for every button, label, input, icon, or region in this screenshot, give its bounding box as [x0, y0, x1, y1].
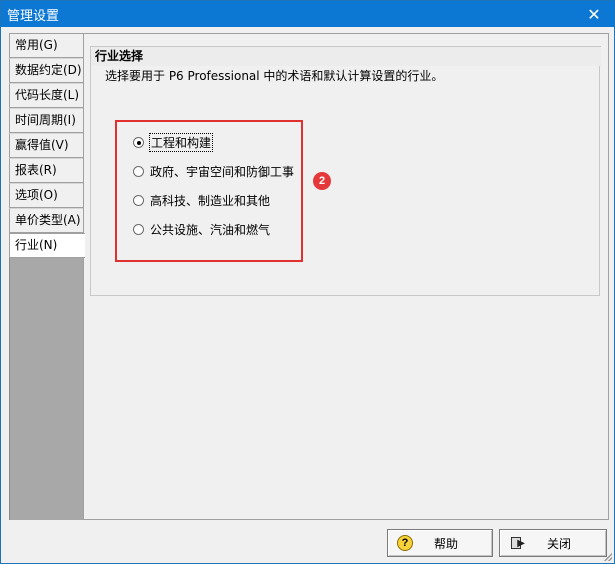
manage-settings-window: 管理设置 ✕ 常用(G) 数据约定(D) 代码长度(L) 时间周期(I) 赢得值…	[0, 0, 615, 564]
radio-button-checked[interactable]	[133, 137, 144, 148]
radio-button[interactable]	[133, 195, 144, 206]
resize-grip[interactable]	[602, 551, 612, 561]
help-button-label: 帮助	[433, 536, 458, 551]
radio-high-tech-manufacturing[interactable]: 高科技、制造业和其他	[133, 192, 270, 209]
tab-industry[interactable]: 行业(N)	[9, 233, 85, 258]
radio-engineering-construction[interactable]: 工程和构建	[133, 133, 214, 152]
close-icon[interactable]: ✕	[574, 1, 614, 27]
tab-options[interactable]: 选项(O)	[9, 183, 83, 208]
tab-rate-types[interactable]: 单价类型(A)	[9, 208, 83, 233]
window-title: 管理设置	[7, 8, 60, 24]
exit-icon: ▶	[508, 534, 526, 552]
settings-tab-list: 常用(G) 数据约定(D) 代码长度(L) 时间周期(I) 赢得值(V) 报表(…	[9, 33, 85, 258]
annotation-badge-2: 2	[313, 172, 331, 190]
radio-button[interactable]	[133, 224, 144, 235]
annotation-highlight-box: 工程和构建 政府、宇宙空间和防御工事 高科技、制造业和其他 公共设施、汽油和燃气	[115, 120, 303, 262]
radio-label: 政府、宇宙空间和防御工事	[150, 165, 295, 179]
tab-list-empty-area	[9, 258, 83, 520]
group-title: 行业选择	[91, 46, 601, 66]
radio-government-aerospace-defense[interactable]: 政府、宇宙空间和防御工事	[133, 163, 294, 180]
radio-label: 工程和构建	[148, 133, 214, 152]
help-icon: ?	[396, 534, 414, 552]
industry-selection-group: 行业选择 选择要用于 P6 Professional 中的术语和默认计算设置的行…	[90, 46, 601, 296]
tab-general[interactable]: 常用(G)	[9, 33, 83, 58]
tab-id-lengths[interactable]: 代码长度(L)	[9, 83, 83, 108]
radio-utilities-oil-gas[interactable]: 公共设施、汽油和燃气	[133, 221, 270, 238]
tab-data-limits[interactable]: 数据约定(D)	[9, 58, 83, 83]
radio-button[interactable]	[133, 166, 144, 177]
help-button[interactable]: ? 帮助	[387, 529, 493, 557]
radio-label: 公共设施、汽油和燃气	[150, 223, 271, 237]
tab-earned-value[interactable]: 赢得值(V)	[9, 133, 83, 158]
tab-time-periods[interactable]: 时间周期(I)	[9, 108, 83, 133]
close-button[interactable]: ▶ 关闭	[499, 529, 607, 557]
industry-panel: 行业选择 选择要用于 P6 Professional 中的术语和默认计算设置的行…	[83, 33, 609, 520]
close-button-label: 关闭	[546, 536, 571, 551]
title-bar[interactable]: 管理设置 ✕	[1, 1, 614, 27]
group-description: 选择要用于 P6 Professional 中的术语和默认计算设置的行业。	[105, 69, 444, 83]
dialog-button-bar: ? 帮助 ▶ 关闭	[1, 521, 614, 563]
radio-label: 高科技、制造业和其他	[150, 194, 271, 208]
tab-reports[interactable]: 报表(R)	[9, 158, 83, 183]
